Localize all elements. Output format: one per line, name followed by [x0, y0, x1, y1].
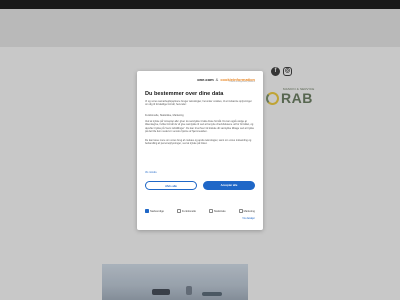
necessary-checkbox[interactable] [145, 209, 149, 213]
dialog-intro-text: Vi og vores samarbejdspartnere bruger te… [145, 100, 252, 107]
dialog-consent-text: Ved at trykke på 'Accepter alle' giver d… [145, 120, 255, 134]
category-label: Marketing [243, 209, 255, 213]
functional-checkbox[interactable] [176, 209, 181, 213]
marketing-checkbox[interactable] [238, 209, 243, 213]
show-less-link[interactable]: Vis mindre [145, 171, 157, 174]
dialog-title: Du bestemmer over dine data [145, 91, 224, 97]
logo-subtitle: Cookie management platform [228, 81, 255, 83]
dialog-purposes-text: Funktionelle, Statistiske, Marketing [145, 114, 184, 117]
cookie-consent-dialog: one.com & cookieinformation Cookie manag… [137, 71, 263, 230]
category-label: Statistiske [213, 209, 226, 213]
consent-categories: Nødvendige Funktionelle Statistiske Mark… [145, 209, 255, 213]
reject-all-button[interactable]: Afvis alle [145, 181, 197, 190]
category-necessary[interactable]: Nødvendige [145, 209, 164, 213]
category-label: Nødvendige [150, 209, 164, 213]
category-statistics[interactable]: Statistiske [208, 209, 226, 213]
category-marketing[interactable]: Marketing [238, 209, 255, 213]
category-functional[interactable]: Funktionelle [176, 209, 196, 213]
accept-all-button[interactable]: Accepter alle [203, 181, 255, 190]
one-com-logo: one.com [197, 77, 214, 82]
dialog-more-info-text: Du kan læse mere om vores brug af cookie… [145, 139, 252, 146]
category-label: Funktionelle [181, 209, 196, 213]
statistics-checkbox[interactable] [208, 209, 213, 213]
logo-ampersand: & [215, 77, 219, 82]
show-details-link[interactable]: Vis detaljer [242, 217, 255, 220]
